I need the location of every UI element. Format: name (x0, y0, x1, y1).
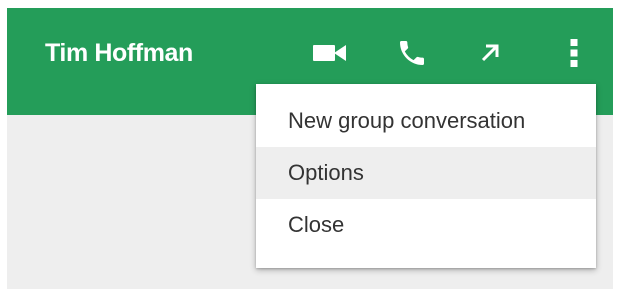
pop-out-button[interactable] (467, 30, 513, 76)
video-call-icon (313, 42, 347, 64)
contact-name: Tim Hoffman (45, 39, 193, 67)
pop-out-icon (479, 42, 501, 64)
video-call-button[interactable] (307, 30, 353, 76)
phone-call-icon (396, 37, 428, 69)
phone-call-button[interactable] (389, 30, 435, 76)
overflow-menu: New group conversation Options Close (256, 84, 596, 268)
menu-item-options[interactable]: Options (256, 147, 596, 199)
menu-item-close[interactable]: Close (256, 199, 596, 251)
menu-item-new-group-conversation[interactable]: New group conversation (256, 95, 596, 147)
more-vert-icon (570, 38, 578, 68)
chat-window: Tim Hoffman New group conversation Optio… (7, 8, 613, 289)
more-options-button[interactable] (551, 30, 597, 76)
